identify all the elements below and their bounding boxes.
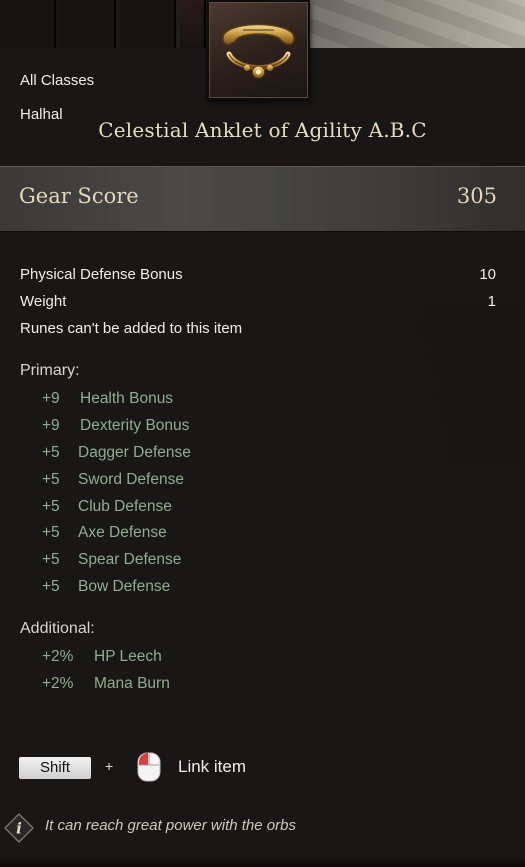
gear-score-band: Gear Score 305 [0,166,525,232]
item-tooltip-screen: All Classes Halhal Celestial Anklet of A… [0,0,525,867]
primary-bonus: +5 Bow Defense [42,578,170,596]
mouse-left-click-icon [137,752,161,782]
bonus-name: Axe Defense [78,524,167,541]
bonus-name: Dagger Defense [78,444,191,461]
primary-bonus: +5 Sword Defense [42,471,184,489]
bonus-amount: +5 [42,524,60,541]
svg-text:i: i [16,820,22,838]
gear-score-value: 305 [456,184,497,208]
stat-row: Weight 1 [20,293,496,310]
gear-score-label: Gear Score [19,184,139,208]
item-icon-frame [207,0,310,100]
inventory-slot[interactable] [60,0,116,48]
stat-value: 10 [479,266,496,283]
stat-value: 1 [487,293,496,310]
stat-row: Runes can't be added to this item [20,320,496,337]
shift-key: Shift [19,757,91,779]
bonus-name: HP Leech [94,648,162,665]
class-restriction: All Classes [20,72,95,89]
bonus-amount: +5 [42,578,60,595]
inventory-slot[interactable] [180,0,206,48]
info-icon: i [4,813,34,843]
primary-bonus: +5 Club Defense [42,498,172,516]
primary-section-title: Primary: [20,362,80,379]
bonus-amount: +2% [42,648,74,665]
bonus-amount: +5 [42,444,60,461]
primary-bonus: +5 Axe Defense [42,524,167,542]
primary-bonus: +5 Dagger Defense [42,444,191,462]
bonus-amount: +2% [42,675,74,692]
primary-bonus: +9 Health Bonus [42,390,173,408]
additional-section-title: Additional: [20,620,95,637]
stat-row: Physical Defense Bonus 10 [20,266,496,283]
bonus-amount: +5 [42,551,60,568]
primary-bonus: +9 Dexterity Bonus [42,417,189,435]
stone-floor-background [310,0,525,48]
golden-anklet-icon [222,23,295,79]
additional-bonus: +2% Mana Burn [42,675,170,693]
bonus-name: Spear Defense [78,551,182,568]
bottom-fade [0,857,525,867]
link-item-label: Link item [178,757,247,776]
item-name: Celestial Anklet of Agility A.B.C [98,118,427,142]
additional-bonus: +2% HP Leech [42,648,162,666]
bonus-name: Bow Defense [78,578,171,595]
bonus-amount: +5 [42,471,60,488]
primary-bonus: +5 Spear Defense [42,551,181,569]
bonus-amount: +5 [42,498,60,515]
flavor-text: It can reach great power with the orbs [45,817,296,834]
bonus-amount: +9 [42,417,60,434]
bonus-amount: +9 [42,390,60,407]
bonus-name: Health Bonus [80,390,174,407]
inventory-slot[interactable] [120,0,176,48]
stat-label: Runes can't be added to this item [20,320,243,337]
bonus-name: Sword Defense [78,471,184,488]
stat-label: Weight [20,293,67,310]
bonus-name: Club Defense [78,498,172,515]
bonus-name: Dexterity Bonus [80,417,190,434]
bonus-name: Mana Burn [94,675,170,692]
stat-label: Physical Defense Bonus [20,266,183,283]
plus-sign: + [105,758,114,774]
inventory-slot[interactable] [0,0,56,48]
